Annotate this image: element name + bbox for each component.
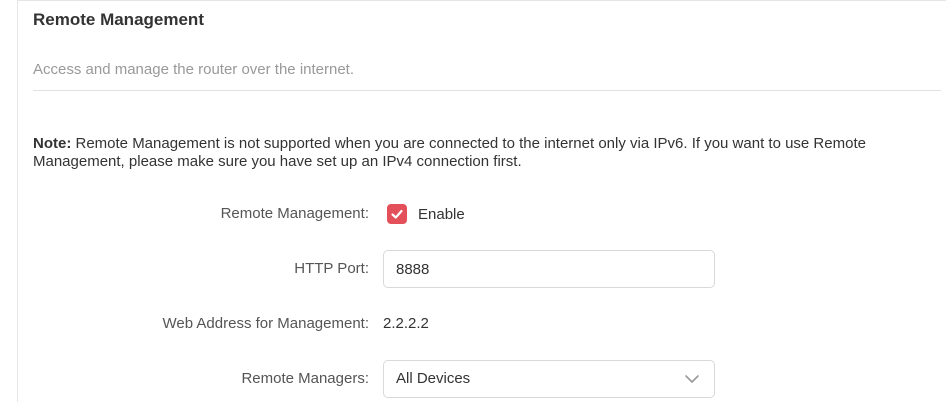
- http-port-input[interactable]: [383, 250, 715, 288]
- web-address-value: 2.2.2.2: [383, 315, 429, 332]
- chevron-down-icon: [685, 375, 699, 383]
- checkmark-icon: [391, 209, 403, 219]
- remote-managers-selected-value: All Devices: [396, 370, 471, 387]
- section-title: Remote Management: [33, 10, 204, 29]
- section-divider: [33, 90, 941, 91]
- remote-management-panel: Remote Management Access and manage the …: [17, 0, 946, 402]
- web-address-label: Web Address for Management:: [162, 315, 370, 332]
- note-text: Note: Remote Management is not supported…: [33, 135, 933, 171]
- note-prefix: Note:: [33, 135, 72, 152]
- enable-checkbox-label[interactable]: Enable: [418, 206, 465, 223]
- remote-management-label: Remote Management:: [220, 205, 369, 222]
- http-port-label: HTTP Port:: [294, 260, 369, 277]
- enable-checkbox[interactable]: [387, 204, 407, 224]
- section-subtitle: Access and manage the router over the in…: [33, 61, 355, 78]
- note-body: Remote Management is not supported when …: [33, 135, 866, 170]
- remote-managers-select[interactable]: All Devices: [383, 360, 715, 398]
- remote-managers-label: Remote Managers:: [241, 370, 369, 387]
